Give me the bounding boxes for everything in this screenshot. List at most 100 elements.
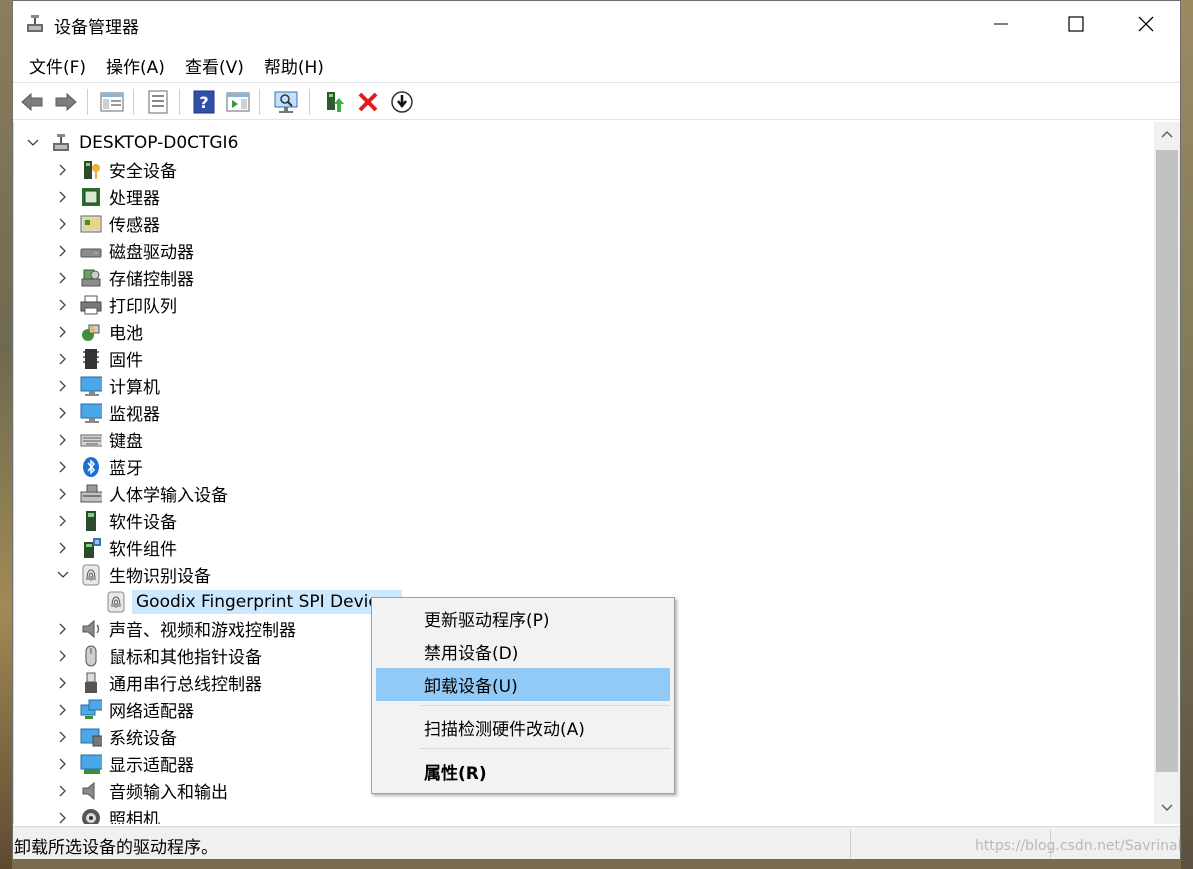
minimize-button[interactable]	[965, 1, 1037, 47]
tree-category-item[interactable]: 键盘	[56, 426, 143, 453]
tree-category-item[interactable]: 处理器	[56, 183, 160, 210]
ctx-properties[interactable]: 属性(R)	[376, 755, 670, 788]
tree-category-item[interactable]: 电池	[56, 318, 143, 345]
expand-caret-icon[interactable]	[56, 676, 70, 690]
tree-device-item[interactable]: Goodix Fingerprint SPI Device	[105, 588, 403, 615]
uninstall-device-button[interactable]	[355, 89, 381, 115]
expand-caret-icon[interactable]	[56, 406, 70, 420]
tree-category-item[interactable]: 通用串行总线控制器	[56, 669, 262, 696]
expand-caret-icon[interactable]	[56, 163, 70, 177]
ctx-update-driver[interactable]: 更新驱动程序(P)	[376, 602, 670, 635]
expand-caret-icon[interactable]	[56, 298, 70, 312]
tree-category-item[interactable]: 声音、视频和游戏控制器	[56, 615, 296, 642]
computer-icon	[80, 375, 102, 397]
expand-caret-icon[interactable]	[56, 514, 70, 528]
tree-item-label: 声音、视频和游戏控制器	[109, 621, 296, 641]
expand-caret-icon[interactable]	[26, 136, 40, 150]
collapse-caret-icon[interactable]	[56, 568, 70, 582]
scroll-down-arrow-icon[interactable]	[1161, 804, 1173, 812]
tree-category-item[interactable]: 网络适配器	[56, 696, 194, 723]
tree-category-item[interactable]: 磁盘驱动器	[56, 237, 194, 264]
tree-item-label: 安全设备	[109, 162, 177, 182]
install-driver-button[interactable]	[389, 89, 415, 115]
tree-category-item[interactable]: 系统设备	[56, 723, 177, 750]
tree-category-item[interactable]: 照相机	[56, 804, 160, 824]
tree-item-label: 音频输入和输出	[109, 783, 228, 803]
tree-item-label: 存储控制器	[109, 270, 194, 290]
tree-item-label: 显示适配器	[109, 756, 194, 776]
tree-item-label: 软件组件	[109, 540, 177, 560]
help-button[interactable]: ?	[191, 89, 217, 115]
expand-caret-icon[interactable]	[56, 352, 70, 366]
tree-item-label: 软件设备	[109, 513, 177, 533]
tree-category-item[interactable]: 安全设备	[56, 156, 177, 183]
expand-caret-icon[interactable]	[56, 271, 70, 285]
tree-category-item[interactable]: 显示适配器	[56, 750, 194, 777]
scrollbar-thumb[interactable]	[1156, 150, 1178, 772]
expand-caret-icon[interactable]	[56, 190, 70, 204]
tree-category-item[interactable]: 蓝牙	[56, 453, 143, 480]
scan-hardware-button[interactable]	[273, 89, 299, 115]
expand-caret-icon[interactable]	[56, 730, 70, 744]
tree-item-label: 打印队列	[109, 297, 177, 317]
expand-caret-icon[interactable]	[56, 433, 70, 447]
expand-caret-icon[interactable]	[56, 541, 70, 555]
scan-hardware-icon	[273, 90, 299, 114]
tree-category-item[interactable]: 音频输入和输出	[56, 777, 228, 804]
properties-button[interactable]	[145, 89, 171, 115]
expand-caret-icon[interactable]	[56, 325, 70, 339]
menu-file[interactable]: 文件(F)	[21, 53, 94, 78]
disk-drive-icon	[80, 240, 102, 262]
expand-caret-icon[interactable]	[56, 703, 70, 717]
menu-action[interactable]: 操作(A)	[98, 53, 173, 78]
tree-category-item[interactable]: 软件设备	[56, 507, 177, 534]
scroll-up-arrow-icon[interactable]	[1161, 130, 1173, 138]
ctx-scan-hardware[interactable]: 扫描检测硬件改动(A)	[376, 711, 670, 744]
expand-caret-icon[interactable]	[56, 487, 70, 501]
action-pane-button[interactable]	[225, 89, 251, 115]
tree-category-item[interactable]: 传感器	[56, 210, 160, 237]
tree-category-item[interactable]: 存储控制器	[56, 264, 194, 291]
tree-category-item[interactable]: 监视器	[56, 399, 160, 426]
toolbar-separator	[133, 89, 134, 115]
title-bar[interactable]: 设备管理器	[13, 1, 1180, 47]
tree-root-computer[interactable]: DESKTOP-D0CTGI6	[26, 129, 238, 156]
expand-caret-icon[interactable]	[56, 622, 70, 636]
expand-caret-icon[interactable]	[56, 757, 70, 771]
fingerprint-icon	[80, 564, 102, 586]
update-driver-button[interactable]	[321, 89, 347, 115]
expand-caret-icon[interactable]	[56, 244, 70, 258]
tree-category-item[interactable]: 人体学输入设备	[56, 480, 228, 507]
expand-caret-icon[interactable]	[56, 460, 70, 474]
tree-category-item[interactable]: 固件	[56, 345, 143, 372]
tree-category-item[interactable]: 打印队列	[56, 291, 177, 318]
expand-caret-icon[interactable]	[56, 649, 70, 663]
tree-category-item[interactable]: 计算机	[56, 372, 160, 399]
show-hide-console-tree-button[interactable]	[99, 89, 125, 115]
tree-item-label: Goodix Fingerprint SPI Device	[132, 589, 403, 614]
ctx-uninstall-device[interactable]: 卸载设备(U)	[376, 668, 670, 701]
tree-category-item[interactable]: 生物识别设备	[56, 561, 211, 588]
maximize-button[interactable]	[1040, 1, 1112, 47]
tree-category-item[interactable]: 软件组件	[56, 534, 177, 561]
minimize-icon	[994, 17, 1008, 31]
uninstall-icon	[357, 91, 379, 113]
ctx-disable-device[interactable]: 禁用设备(D)	[376, 635, 670, 668]
expand-caret-icon[interactable]	[56, 784, 70, 798]
menu-help[interactable]: 帮助(H)	[256, 53, 332, 78]
tree-category-item[interactable]: 鼠标和其他指针设备	[56, 642, 262, 669]
forward-button[interactable]	[53, 89, 79, 115]
vertical-scrollbar[interactable]	[1154, 122, 1180, 824]
expand-caret-icon[interactable]	[56, 811, 70, 825]
back-button[interactable]	[19, 89, 45, 115]
close-button[interactable]	[1110, 1, 1182, 47]
expand-caret-icon[interactable]	[56, 379, 70, 393]
close-icon	[1138, 16, 1154, 32]
keyboard-icon	[80, 429, 102, 451]
menu-view[interactable]: 查看(V)	[177, 53, 252, 78]
storage-controller-icon	[80, 267, 102, 289]
forward-icon	[54, 92, 78, 112]
expand-caret-icon[interactable]	[56, 217, 70, 231]
display-adapter-icon	[80, 753, 102, 775]
menu-bar: 文件(F) 操作(A) 查看(V) 帮助(H)	[13, 49, 1180, 81]
